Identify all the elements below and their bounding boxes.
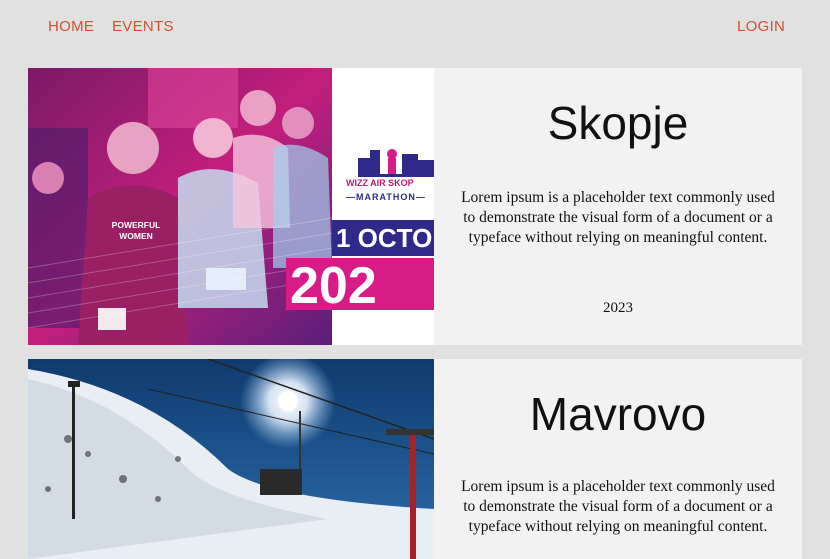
event-city-title: Skopje (547, 97, 689, 149)
event-image-marathon-poster: WIZZ AIR SKOP —MARATHON— 1 OCTOBE 202 PO… (28, 68, 434, 345)
event-year: 2023 (603, 300, 633, 316)
shirt-slogan-line2: WOMEN (119, 231, 153, 241)
event-image-ski-slope (28, 359, 434, 559)
poster-year-band: 202 (286, 258, 434, 310)
event-description: Lorem ipsum is a placeholder text common… (461, 478, 775, 535)
top-nav: HOME EVENTS LOGIN (0, 0, 830, 56)
nav-events-link[interactable]: EVENTS (112, 18, 174, 35)
nav-home-link[interactable]: HOME (48, 18, 94, 35)
ski-slope-photo (28, 359, 434, 559)
poster-marathon-text: —MARATHON— (346, 192, 426, 202)
event-description: Lorem ipsum is a placeholder text common… (461, 189, 775, 246)
event-card-skopje[interactable]: WIZZ AIR SKOP —MARATHON— 1 OCTOBE 202 PO… (28, 68, 802, 345)
poster-date-band: 1 OCTOBE (332, 220, 434, 256)
event-city-title: Mavrovo (529, 388, 707, 440)
poster-brand-text: WIZZ AIR SKOP (346, 178, 414, 188)
event-content: Skopje Lorem ipsum is a placeholder text… (434, 68, 802, 345)
shirt-slogan-line1: POWERFUL (111, 220, 161, 230)
nav-login-link[interactable]: LOGIN (737, 18, 785, 35)
shirt-slogan: POWERFUL WOMEN (96, 220, 176, 242)
marathon-logo-icon (358, 149, 434, 177)
event-content: Mavrovo Lorem ipsum is a placeholder tex… (434, 359, 802, 559)
event-card-mavrovo[interactable]: Mavrovo Lorem ipsum is a placeholder tex… (28, 359, 802, 559)
